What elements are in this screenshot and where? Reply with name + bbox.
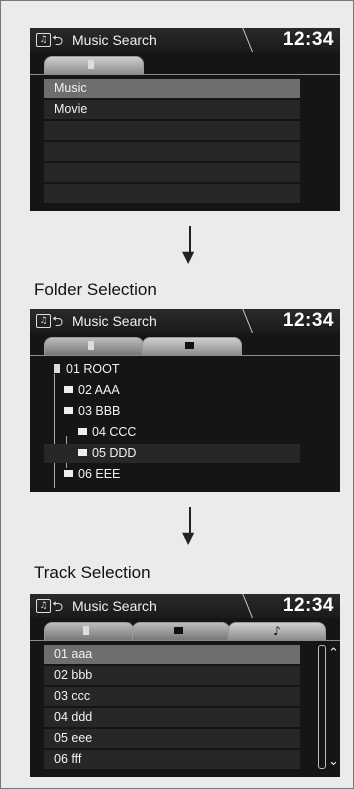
tree-item-label: 01 ROOT (66, 362, 120, 376)
folder-icon (78, 449, 87, 457)
track-label: 01 aaa (54, 647, 93, 661)
tab-usb[interactable] (44, 56, 144, 74)
screen-title: Music Search (72, 313, 157, 329)
back-icon[interactable]: ⮌ (52, 596, 63, 620)
list-item[interactable]: Movie (44, 100, 300, 119)
down-arrow-icon: ▼ (182, 528, 195, 547)
track-item[interactable]: 06 fff (44, 750, 300, 769)
track-label: 03 ccc (54, 689, 91, 703)
screen-title: Music Search (72, 598, 157, 614)
tab-tracks[interactable]: ♪ (228, 622, 326, 640)
track-label: 02 bbb (54, 668, 93, 682)
music-search-screen-1: ♫ ⮌ Music Search 12:34 Music Movie (30, 28, 340, 211)
list-item[interactable] (44, 142, 300, 161)
tree-item-label: 04 CCC (92, 425, 137, 439)
music-note-icon: ♪ (273, 624, 281, 638)
track-label: 06 fff (54, 752, 82, 766)
clock: 12:34 (282, 595, 334, 616)
usb-icon (88, 59, 94, 69)
music-source-icon[interactable]: ♫ (36, 314, 51, 328)
figure-frame: ♫ ⮌ Music Search 12:34 Music Movie ▼ Fol… (0, 0, 354, 789)
tab-usb[interactable] (44, 622, 134, 640)
track-item[interactable]: 03 ccc (44, 687, 300, 706)
tree-item[interactable]: 06 EEE (44, 465, 300, 484)
folder-tree: 01 ROOT 02 AAA 03 BBB 04 CCC 05 DDD 06 E… (44, 360, 300, 488)
tree-item[interactable]: 04 CCC (44, 423, 300, 442)
tree-item-label: 06 EEE (78, 467, 121, 481)
header-bar: ♫ ⮌ Music Search 12:34 (30, 28, 340, 52)
header-bar: ♫ ⮌ Music Search 12:34 (30, 594, 340, 618)
tab-bar: ♪ (30, 618, 340, 641)
track-item[interactable]: 01 aaa (44, 645, 300, 664)
tab-usb[interactable] (44, 337, 144, 355)
caption-track-selection: Track Selection (34, 563, 151, 582)
usb-icon (54, 364, 60, 374)
track-item[interactable]: 02 bbb (44, 666, 300, 685)
screen-title: Music Search (72, 32, 157, 48)
folder-icon (174, 626, 183, 634)
down-arrow-icon: ▼ (182, 247, 195, 266)
item-list: Music Movie (44, 79, 300, 205)
list-item[interactable] (44, 163, 300, 182)
list-item-label: Music (54, 81, 87, 95)
back-icon[interactable]: ⮌ (52, 311, 63, 335)
list-item[interactable] (44, 121, 300, 140)
tab-bar (30, 333, 340, 356)
list-item-label: Movie (54, 102, 88, 116)
track-list: 01 aaa 02 bbb 03 ccc 04 ddd 05 eee 06 ff… (44, 645, 300, 771)
tree-item[interactable]: 02 AAA (44, 381, 300, 400)
usb-icon (83, 625, 89, 635)
folder-icon (78, 428, 87, 436)
music-search-screen-3: ♫ ⮌ Music Search 12:34 ♪ 01 aaa 02 bbb 0… (30, 594, 340, 777)
track-item[interactable]: 05 eee (44, 729, 300, 748)
scrollbar[interactable] (318, 645, 326, 769)
folder-icon (64, 407, 73, 415)
header-bar: ♫ ⮌ Music Search 12:34 (30, 309, 340, 333)
track-item[interactable]: 04 ddd (44, 708, 300, 727)
tree-item-label: 02 AAA (78, 383, 120, 397)
music-search-screen-2: ♫ ⮌ Music Search 12:34 01 ROOT 02 AAA 03… (30, 309, 340, 492)
tab-folder[interactable] (142, 337, 242, 355)
tree-item[interactable]: 03 BBB (44, 402, 300, 421)
tree-item-label: 05 DDD (92, 446, 137, 460)
list-item[interactable] (44, 184, 300, 203)
track-label: 04 ddd (54, 710, 93, 724)
tree-item[interactable]: 01 ROOT (44, 360, 300, 379)
scroll-up-icon[interactable]: ⌃ (328, 646, 339, 661)
back-icon[interactable]: ⮌ (52, 30, 63, 54)
music-source-icon[interactable]: ♫ (36, 599, 51, 613)
list-item[interactable]: Music (44, 79, 300, 98)
clock: 12:34 (282, 29, 334, 50)
folder-icon (185, 341, 194, 349)
usb-icon (88, 340, 94, 350)
folder-icon (64, 386, 73, 394)
clock: 12:34 (282, 310, 334, 331)
folder-icon (64, 470, 73, 478)
tree-item[interactable]: 05 DDD (44, 444, 300, 463)
music-source-icon[interactable]: ♫ (36, 33, 51, 47)
tree-item-label: 03 BBB (78, 404, 121, 418)
tab-bar (30, 52, 340, 75)
tab-folder[interactable] (132, 622, 230, 640)
caption-folder-selection: Folder Selection (34, 280, 157, 299)
track-label: 05 eee (54, 731, 93, 745)
scroll-down-icon[interactable]: ⌄ (328, 754, 339, 769)
